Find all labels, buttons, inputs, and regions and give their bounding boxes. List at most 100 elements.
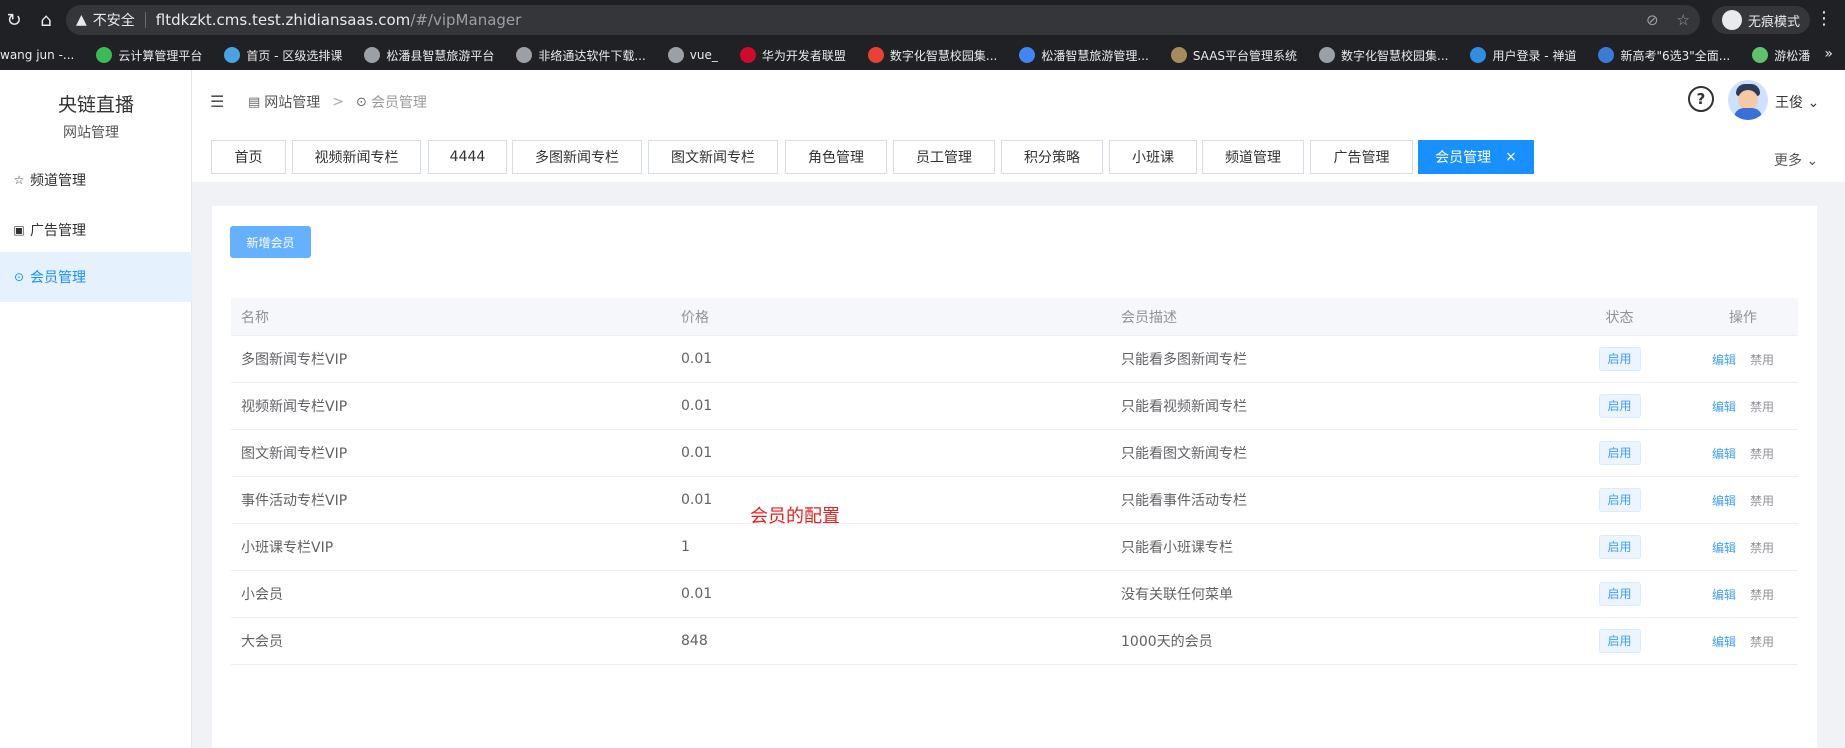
status-badge: 启用	[1598, 394, 1641, 418]
bookmark-label: 游松潘	[1774, 48, 1811, 63]
cell-description: 1000天的会员	[1121, 634, 1213, 650]
brand-subtitle: 网站管理	[63, 125, 119, 141]
cell-description: 没有关联任何菜单	[1121, 587, 1233, 603]
home-icon[interactable]: ⌂	[34, 8, 58, 32]
cell-price: 0.01	[681, 445, 713, 461]
sidebar-item-ads[interactable]: ▣ 广告管理	[0, 205, 192, 255]
sidebar-item-channel[interactable]: ☆ 频道管理	[0, 155, 192, 205]
bookmark-label: 华为开发者联盟	[761, 48, 846, 63]
cell-ops: 编辑 禁用	[1688, 633, 1798, 650]
cell-name: 事件活动专栏VIP	[241, 493, 348, 509]
cell-description: 只能看小班课专栏	[1121, 540, 1233, 556]
menu-fold-icon[interactable]: ☰	[210, 92, 224, 111]
bookmark-favicon-icon	[224, 47, 241, 63]
breadcrumb: ▤ 网站管理 > ⊙ 会员管理	[248, 92, 427, 112]
cell-price: 848	[681, 633, 708, 649]
bookmark-item[interactable]: vue_	[667, 47, 718, 63]
bookmark-item[interactable]: 数字化智慧校园集...	[867, 47, 997, 64]
column-header-desc: 会员描述	[1121, 309, 1177, 326]
cell-status: 启用	[1551, 488, 1688, 512]
bookmark-item[interactable]: 新高考"6选3"全面...	[1598, 47, 1730, 64]
column-header-ops: 操作	[1729, 309, 1757, 326]
cell-description: 只能看图文新闻专栏	[1121, 446, 1247, 462]
disable-button[interactable]: 禁用	[1750, 400, 1774, 414]
breadcrumb-current: 会员管理	[370, 95, 427, 111]
edit-button[interactable]: 编辑	[1712, 635, 1736, 649]
bookmark-item[interactable]: 首页 - 区级选排课	[224, 47, 342, 64]
breadcrumb-root[interactable]: 网站管理	[264, 92, 320, 112]
edit-button[interactable]: 编辑	[1712, 588, 1736, 602]
cell-ops: 编辑 禁用	[1688, 445, 1798, 462]
bookmark-item[interactable]: 用户登录 - 禅道	[1470, 47, 1576, 64]
add-member-button[interactable]: 新增会员	[230, 226, 311, 258]
bookmark-item[interactable]: 松潘智慧旅游管理...	[1019, 47, 1149, 64]
bookmark-item[interactable]: 松潘县智慧旅游平台	[364, 47, 494, 64]
bookmark-favicon-icon	[1598, 47, 1615, 63]
tab-item[interactable]: 员工管理	[893, 140, 995, 174]
tab-label: 积分策略	[1024, 150, 1080, 166]
tab-item[interactable]: 图文新闻专栏	[648, 140, 778, 174]
play-circle-icon: ⊙	[13, 270, 25, 284]
edit-button[interactable]: 编辑	[1712, 447, 1736, 461]
disable-button[interactable]: 禁用	[1750, 588, 1774, 602]
tab-label: 频道管理	[1225, 150, 1281, 166]
address-bar[interactable]: ▲ 不安全 fltdkzkt.cms.test.zhidiansaas.com /…	[66, 5, 1700, 35]
sidebar-item-members[interactable]: ⊙ 会员管理	[0, 252, 192, 302]
edit-button[interactable]: 编辑	[1712, 541, 1736, 555]
bookmark-item[interactable]: 非络通达软件下载...	[516, 47, 646, 64]
disable-button[interactable]: 禁用	[1750, 447, 1774, 461]
eye-off-icon[interactable]: ⊘	[1646, 11, 1659, 29]
user-name: 王俊	[1775, 95, 1803, 111]
tab-item[interactable]: 广告管理	[1310, 140, 1413, 174]
bookmark-star-icon[interactable]: ☆	[1677, 11, 1690, 29]
status-badge: 启用	[1598, 441, 1641, 465]
close-icon[interactable]: ×	[1505, 149, 1517, 165]
tab-item[interactable]: 频道管理	[1202, 140, 1304, 174]
bookmark-item[interactable]: 华为开发者联盟	[739, 47, 846, 64]
edit-button[interactable]: 编辑	[1712, 353, 1736, 367]
table-header: 名称 价格 会员描述 状态 操作	[231, 298, 1798, 336]
disable-button[interactable]: 禁用	[1750, 353, 1774, 367]
help-icon[interactable]: ?	[1688, 86, 1714, 112]
sidebar-item-label: 频道管理	[30, 173, 86, 189]
reload-icon[interactable]: ↻	[2, 8, 26, 32]
avatar[interactable]	[1728, 80, 1768, 120]
bookmark-favicon-icon	[1319, 47, 1336, 63]
cell-name: 大会员	[241, 634, 283, 650]
tab-item[interactable]: 视频新闻专栏	[292, 140, 421, 174]
tab-item[interactable]: 会员管理 ×	[1418, 140, 1534, 174]
tab-item[interactable]: 角色管理	[785, 140, 887, 174]
cell-price: 0.01	[681, 398, 713, 414]
table-row: 大会员 848 1000天的会员 启用 编辑 禁用	[231, 618, 1798, 665]
bookmark-item[interactable]: wang jun -...	[0, 48, 74, 62]
sidebar-item-label: 会员管理	[30, 270, 86, 286]
edit-button[interactable]: 编辑	[1712, 494, 1736, 508]
incognito-badge[interactable]: 无痕模式	[1712, 6, 1811, 34]
disable-button[interactable]: 禁用	[1750, 635, 1774, 649]
edit-button[interactable]: 编辑	[1712, 400, 1736, 414]
tab-item[interactable]: 4444	[428, 140, 507, 174]
tabs-more-button[interactable]: 更多 ⌄	[1774, 150, 1818, 170]
tab-label: 视频新闻专栏	[314, 150, 399, 166]
tab-item[interactable]: 多图新闻专栏	[512, 140, 642, 174]
bookmark-item[interactable]: 游松潘	[1752, 47, 1810, 64]
browser-menu-icon[interactable]: ⋮	[1815, 8, 1833, 29]
bookmarks-overflow-icon[interactable]: »	[1824, 46, 1833, 62]
tab-label: 4444	[449, 149, 486, 165]
browser-toolbar: ↻ ⌂ ▲ 不安全 fltdkzkt.cms.test.zhidiansaas.…	[0, 0, 1845, 40]
annotation-text: 会员的配置	[750, 506, 840, 527]
user-menu[interactable]: 王俊 ⌄	[1775, 92, 1819, 112]
bookmark-favicon-icon	[1470, 47, 1487, 63]
bookmark-item[interactable]: 云计算管理平台	[96, 47, 202, 64]
bookmark-label: wang jun -...	[0, 48, 75, 62]
bookmark-item[interactable]: SAAS平台管理系统	[1170, 47, 1297, 64]
bookmark-item[interactable]: 数字化智慧校园集...	[1319, 47, 1448, 64]
status-badge: 启用	[1598, 582, 1641, 606]
disable-button[interactable]: 禁用	[1750, 541, 1774, 555]
disable-button[interactable]: 禁用	[1750, 494, 1774, 508]
cell-ops: 编辑 禁用	[1688, 586, 1798, 603]
tab-item[interactable]: 首页	[211, 140, 286, 174]
tab-label: 图文新闻专栏	[671, 150, 755, 166]
tab-item[interactable]: 积分策略	[1001, 140, 1103, 174]
tab-item[interactable]: 小班课	[1109, 140, 1197, 174]
